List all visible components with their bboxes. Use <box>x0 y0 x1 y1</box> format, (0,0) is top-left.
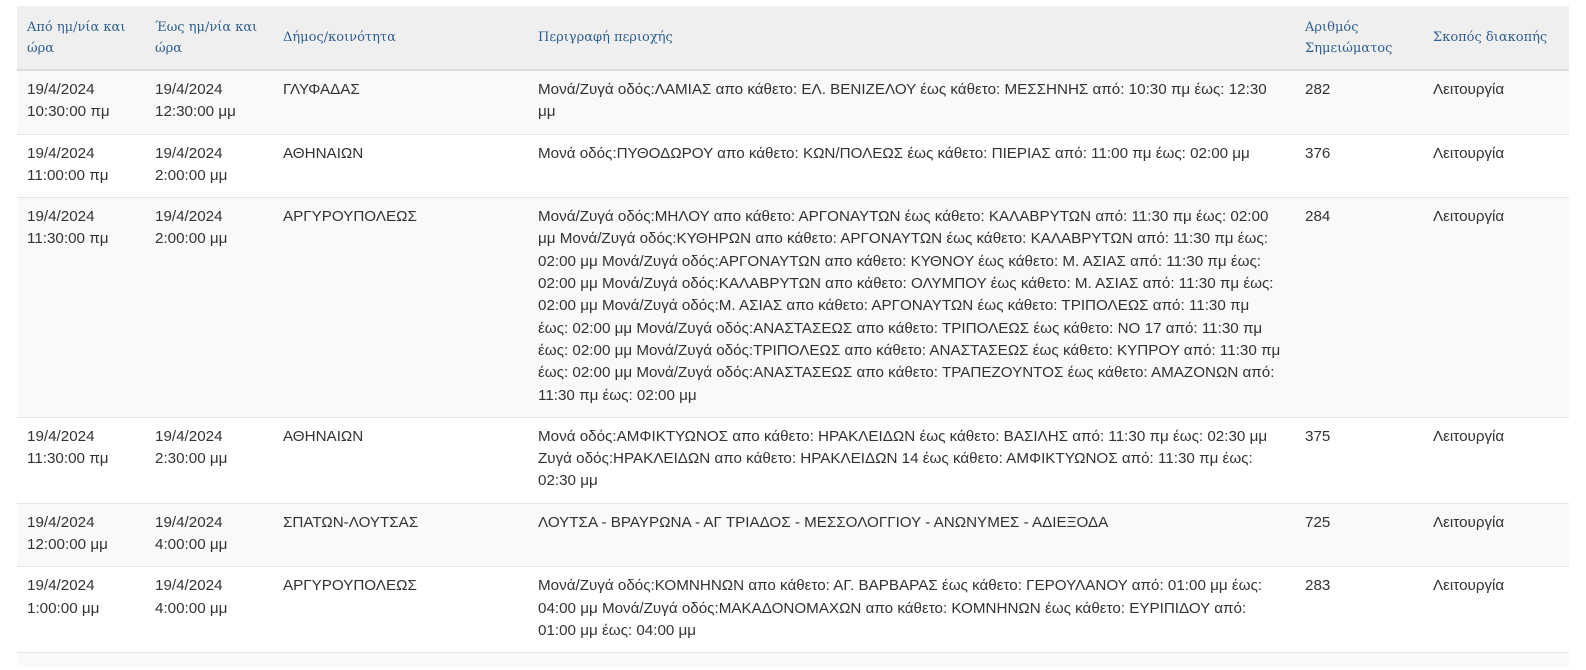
from-time: 1:00:00 μμ <box>27 599 100 617</box>
cell-purpose: Λειτουργία <box>1423 417 1569 504</box>
cell-from: 19/4/2024 1:00:00 μμ <box>17 566 145 654</box>
to-date: 19/4/2024 <box>155 81 223 98</box>
cell-purpose: Λειτουργία <box>1423 503 1569 568</box>
cell-note-number: 376 <box>1295 134 1423 199</box>
cell-purpose: Λειτουργία <box>1423 566 1569 654</box>
cell-note-number: 725 <box>1295 503 1423 568</box>
to-date: 19/4/2024 <box>155 144 223 162</box>
cell-empty <box>1423 653 1569 668</box>
header-purpose[interactable]: Σκοπός διακοπής <box>1423 6 1569 71</box>
header-purpose-label: Σκοπός διακοπής <box>1433 30 1548 45</box>
header-from-line1: Από ημ/νία και <box>27 19 126 35</box>
header-to-line2: ώρα <box>155 40 183 56</box>
to-date: 19/4/2024 <box>155 577 223 595</box>
cell-empty <box>1295 653 1423 668</box>
cell-from: 19/4/2024 11:30:00 πμ <box>17 197 145 418</box>
from-time: 11:30:00 πμ <box>27 450 109 468</box>
from-date: 19/4/2024 <box>27 427 95 445</box>
header-note-number-line1: Αριθμός <box>1305 19 1359 35</box>
header-from[interactable]: Από ημ/νία και ώρα <box>17 6 145 71</box>
cell-to: 19/4/2024 2:30:00 μμ <box>145 417 273 504</box>
cell-area: Μονά οδός:ΠΥΘΟΔΩΡΟΥ απο κάθετο: ΚΩΝ/ΠΟΛΕ… <box>528 134 1295 199</box>
table-row: 19/4/2024 1:00:00 μμ 19/4/2024 4:00:00 μ… <box>17 566 1569 654</box>
cell-municipality: ΑΘΗΝΑΙΩΝ <box>273 134 528 199</box>
cell-municipality: ΑΘΗΝΑΙΩΝ <box>273 417 528 504</box>
cell-empty <box>528 653 1295 668</box>
cell-municipality: ΣΠΑΤΩΝ-ΛΟΥΤΣΑΣ <box>273 503 528 568</box>
header-row: Από ημ/νία και ώρα Έως ημ/νία και ώρα Δή… <box>17 6 1569 71</box>
cell-municipality: ΓΛΥΦΑΔΑΣ <box>273 70 528 135</box>
from-time: 12:00:00 μμ <box>27 536 108 554</box>
cell-to: 19/4/2024 4:00:00 μμ <box>145 566 273 654</box>
cell-note-number: 284 <box>1295 197 1423 418</box>
header-to[interactable]: Έως ημ/νία και ώρα <box>145 6 273 71</box>
to-time: 12:30:00 μμ <box>155 103 236 121</box>
cell-purpose: Λειτουργία <box>1423 70 1569 135</box>
cell-area: ΛΟΥΤΣΑ - ΒΡΑΥΡΩΝΑ - ΑΓ ΤΡΙΑΔΟΣ - ΜΕΣΣΟΛΟ… <box>528 503 1295 568</box>
cell-to: 19/4/2024 2:00:00 μμ <box>145 134 273 199</box>
cell-to: 19/4/2024 12:30:00 μμ <box>145 70 273 135</box>
to-time: 4:00:00 μμ <box>155 599 228 617</box>
to-time: 2:00:00 μμ <box>155 230 228 248</box>
cell-area: Μονά/Ζυγά οδός:ΛΑΜΙΑΣ απο κάθετο: ΕΛ. ΒΕ… <box>528 70 1295 135</box>
cell-from: 19/4/2024 12:00:00 μμ <box>17 503 145 568</box>
to-time: 2:30:00 μμ <box>155 450 228 468</box>
table-header: Από ημ/νία και ώρα Έως ημ/νία και ώρα Δή… <box>17 6 1569 71</box>
header-from-line2: ώρα <box>27 40 55 56</box>
table-row-partial <box>17 652 1569 668</box>
cell-municipality: ΑΡΓΥΡΟΥΠΟΛΕΩΣ <box>273 566 528 654</box>
from-time: 11:00:00 πμ <box>27 166 109 184</box>
cell-to: 19/4/2024 2:00:00 μμ <box>145 197 273 418</box>
from-date: 19/4/2024 <box>27 81 95 98</box>
cell-empty <box>17 653 145 668</box>
cell-empty <box>145 653 273 668</box>
cell-note-number: 283 <box>1295 566 1423 654</box>
table-row: 19/4/2024 11:00:00 πμ 19/4/2024 2:00:00 … <box>17 134 1569 199</box>
header-area-label: Περιγραφή περιοχής <box>538 30 673 45</box>
cell-empty <box>273 653 528 668</box>
table-row: 19/4/2024 10:30:00 πμ 19/4/2024 12:30:00… <box>17 70 1569 135</box>
cell-purpose: Λειτουργία <box>1423 197 1569 418</box>
cell-municipality: ΑΡΓΥΡΟΥΠΟΛΕΩΣ <box>273 197 528 418</box>
header-note-number-line2: Σημειώματος <box>1305 40 1393 56</box>
header-area[interactable]: Περιγραφή περιοχής <box>528 6 1295 71</box>
header-to-line1: Έως ημ/νία και <box>155 19 258 35</box>
table-row: 19/4/2024 12:00:00 μμ 19/4/2024 4:00:00 … <box>17 503 1569 568</box>
outage-table-container: Από ημ/νία και ώρα Έως ημ/νία και ώρα Δή… <box>17 6 1569 670</box>
from-time: 11:30:00 πμ <box>27 230 109 248</box>
table-body: 19/4/2024 10:30:00 πμ 19/4/2024 12:30:00… <box>17 70 1569 668</box>
cell-from: 19/4/2024 11:30:00 πμ <box>17 417 145 504</box>
cell-note-number: 282 <box>1295 70 1423 135</box>
table-row: 19/4/2024 11:30:00 πμ 19/4/2024 2:00:00 … <box>17 197 1569 418</box>
from-date: 19/4/2024 <box>27 513 95 531</box>
to-date: 19/4/2024 <box>155 513 223 531</box>
to-time: 4:00:00 μμ <box>155 536 228 554</box>
cell-area: Μονά οδός:ΑΜΦΙΚΤΥΩΝΟΣ απο κάθετο: ΗΡΑΚΛΕ… <box>528 417 1295 504</box>
outage-table: Από ημ/νία και ώρα Έως ημ/νία και ώρα Δή… <box>17 6 1569 668</box>
header-municipality-label: Δήμος/κοινότητα <box>283 30 396 45</box>
from-date: 19/4/2024 <box>27 144 95 162</box>
from-date: 19/4/2024 <box>27 577 95 595</box>
to-date: 19/4/2024 <box>155 208 223 226</box>
cell-to: 19/4/2024 4:00:00 μμ <box>145 503 273 568</box>
header-note-number[interactable]: Αριθμός Σημειώματος <box>1295 6 1423 71</box>
cell-purpose: Λειτουργία <box>1423 134 1569 199</box>
to-time: 2:00:00 μμ <box>155 166 228 184</box>
cell-area: Μονά/Ζυγά οδός:ΚΟΜΝΗΝΩΝ απο κάθετο: ΑΓ. … <box>528 566 1295 654</box>
to-date: 19/4/2024 <box>155 427 223 445</box>
table-row: 19/4/2024 11:30:00 πμ 19/4/2024 2:30:00 … <box>17 417 1569 504</box>
cell-area: Μονά/Ζυγά οδός:ΜΗΛΟΥ απο κάθετο: ΑΡΓΟΝΑΥ… <box>528 197 1295 418</box>
cell-note-number: 375 <box>1295 417 1423 504</box>
header-municipality[interactable]: Δήμος/κοινότητα <box>273 6 528 71</box>
cell-from: 19/4/2024 11:00:00 πμ <box>17 134 145 199</box>
from-date: 19/4/2024 <box>27 208 95 226</box>
from-time: 10:30:00 πμ <box>27 103 110 121</box>
cell-from: 19/4/2024 10:30:00 πμ <box>17 70 145 135</box>
